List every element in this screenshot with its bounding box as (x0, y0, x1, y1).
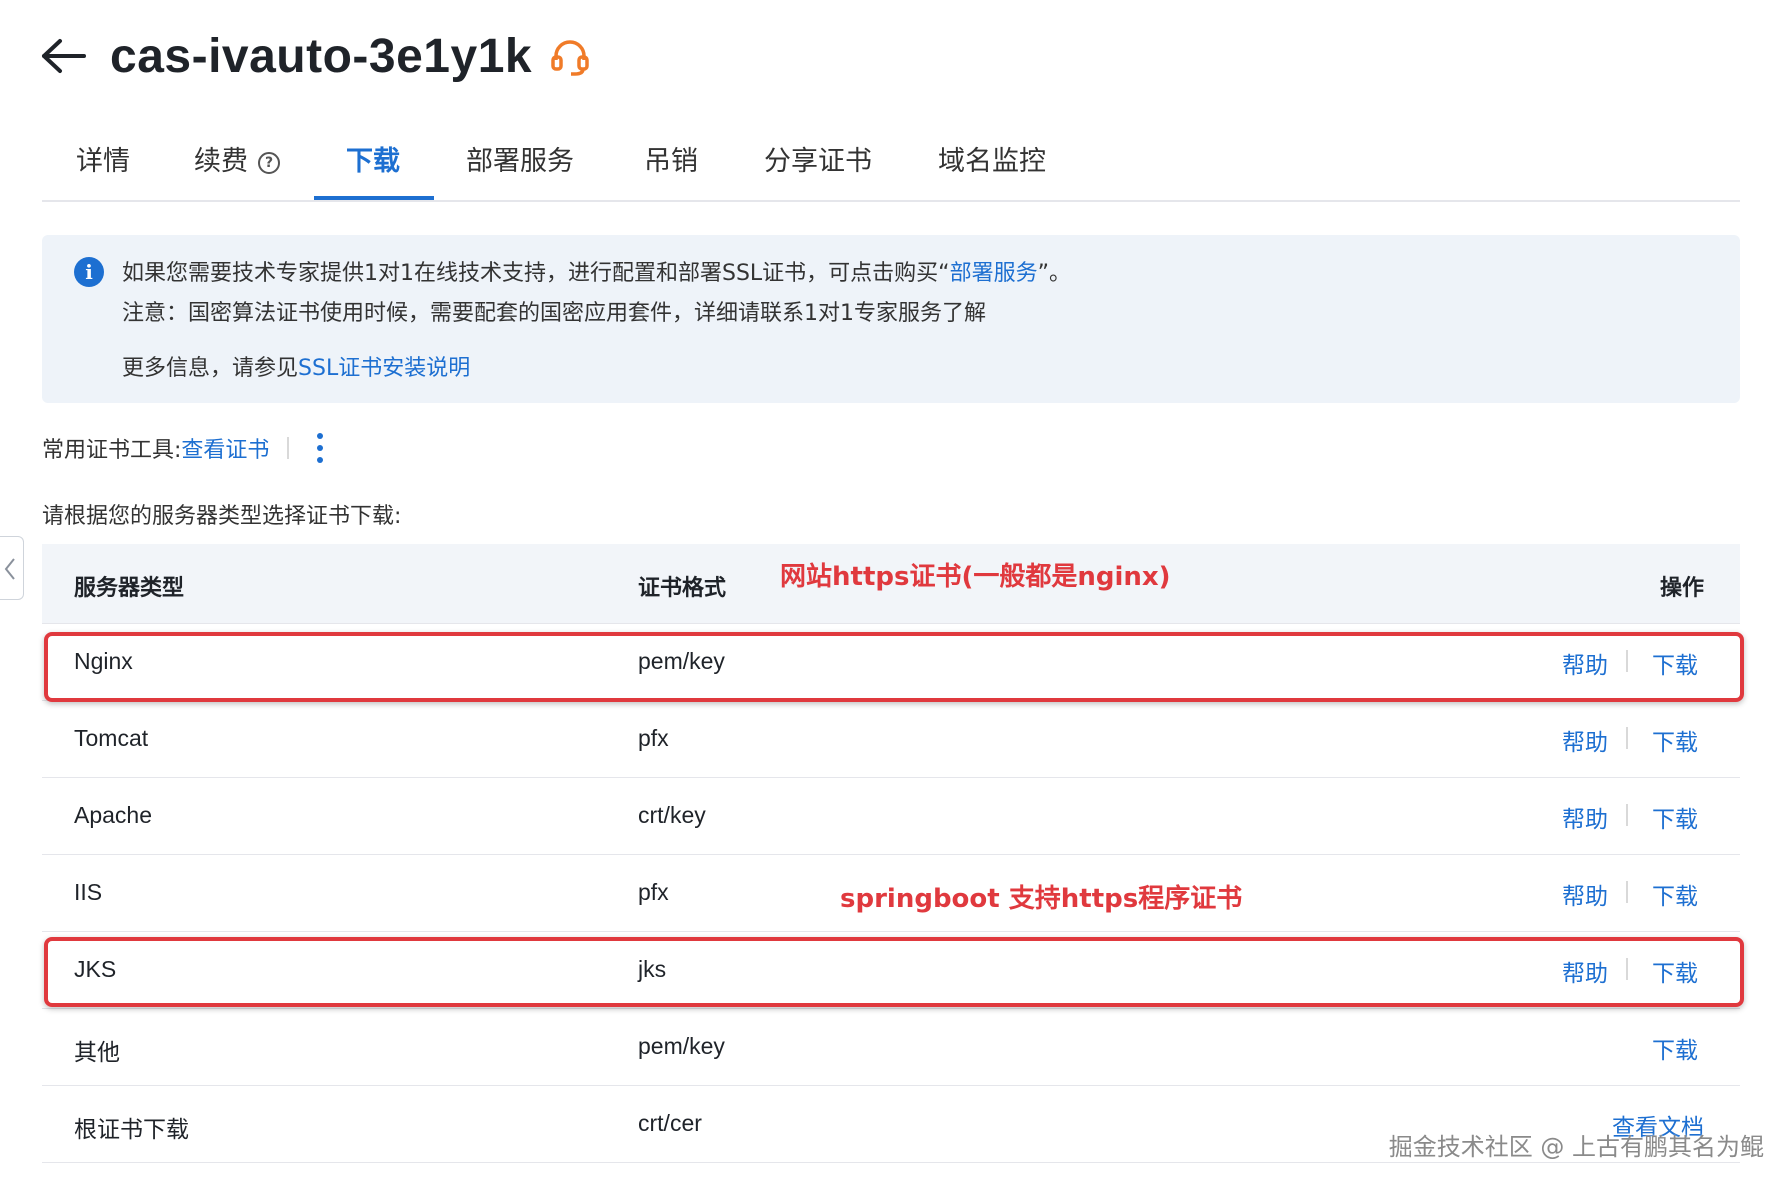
deploy-service-link[interactable]: 部署服务 (950, 261, 1038, 286)
watermark: 掘金技术社区 @ 上古有鹏其名为鲲 (1388, 1133, 1764, 1161)
server-type-cell: Apache (74, 802, 153, 828)
headset-icon[interactable] (548, 34, 592, 78)
tab-details[interactable]: 详情 (76, 142, 130, 202)
header-cert-format: 证书格式 (638, 576, 727, 601)
table-row: Apache crt/key 帮助 下载 (42, 778, 1740, 855)
header-actions: 操作 (1660, 576, 1705, 601)
annotation-nginx-note: 网站https证书(一般都是nginx) (780, 562, 1171, 592)
help-link[interactable]: 帮助 (1562, 800, 1608, 834)
server-type-cell: IIS (74, 879, 103, 905)
table-row: Tomcat pfx 帮助 下载 (42, 701, 1740, 778)
table-row: JKS jks 帮助 下载 (42, 932, 1740, 1009)
active-tab-indicator (314, 196, 434, 200)
cert-tools-label: 常用证书工具: (42, 438, 182, 463)
server-type-cell: 根证书下载 (74, 1117, 189, 1143)
view-cert-link[interactable]: 查看证书 (181, 432, 269, 464)
download-link[interactable]: 下载 (1652, 800, 1698, 834)
tab-share-cert[interactable]: 分享证书 (764, 142, 872, 202)
download-prompt: 请根据您的服务器类型选择证书下载: (42, 504, 402, 529)
server-type-cell: Tomcat (74, 725, 149, 751)
chevron-left-icon (4, 558, 15, 580)
divider (1626, 804, 1628, 826)
more-vertical-icon[interactable] (313, 430, 327, 466)
download-link[interactable]: 下载 (1652, 646, 1698, 680)
cert-format-cell: jks (638, 956, 667, 982)
annotation-jks-note: springboot 支持https程序证书 (840, 884, 1243, 914)
arrow-left-icon[interactable] (40, 36, 88, 76)
cert-format-cell: crt/cer (638, 1110, 702, 1136)
table-row: Nginx pem/key 帮助 下载 (42, 624, 1740, 701)
header-server-type: 服务器类型 (74, 576, 185, 601)
download-link[interactable]: 下载 (1652, 1031, 1698, 1065)
help-link[interactable]: 帮助 (1562, 723, 1608, 757)
divider (1626, 650, 1628, 672)
cert-format-cell: pfx (638, 725, 669, 751)
cert-format-cell: crt/key (638, 802, 706, 828)
cert-format-cell: pem/key (638, 1033, 725, 1059)
download-link[interactable]: 下载 (1652, 954, 1698, 988)
tab-domain-monitor[interactable]: 域名监控 (938, 142, 1046, 202)
tab-revoke[interactable]: 吊销 (644, 142, 698, 202)
divider (287, 437, 290, 459)
divider (1626, 881, 1628, 903)
cert-format-cell: pem/key (638, 648, 725, 674)
info-line-2: 注意：国密算法证书使用时候，需要配套的国密应用套件，详细请联系1对1专家服务了解 (122, 301, 986, 326)
tab-bar: 详情 续费? 下载 部署服务 吊销 分享证书 域名监控 (42, 122, 1740, 202)
divider (1626, 727, 1628, 749)
title-bar: cas-ivauto-3e1y1k (40, 28, 592, 84)
info-banner: i 如果您需要技术专家提供1对1在线技术支持，进行配置和部署SSL证书，可点击购… (42, 235, 1740, 403)
help-link[interactable]: 帮助 (1562, 877, 1608, 911)
tab-renewal[interactable]: 续费? (194, 142, 280, 202)
info-line-1: 如果您需要技术专家提供1对1在线技术支持，进行配置和部署SSL证书，可点击购买“… (122, 261, 1072, 286)
help-link[interactable]: 帮助 (1562, 954, 1608, 988)
server-type-cell: Nginx (74, 648, 133, 674)
divider (1626, 958, 1628, 980)
server-type-cell: 其他 (74, 1040, 120, 1066)
side-collapse-handle[interactable] (0, 536, 24, 600)
table-row: 其他 pem/key 下载 (42, 1009, 1740, 1086)
tab-deploy-service[interactable]: 部署服务 (466, 142, 574, 202)
help-link[interactable]: 帮助 (1562, 646, 1608, 680)
download-link[interactable]: 下载 (1652, 723, 1698, 757)
info-line-3: 更多信息，请参见SSL证书安装说明 (122, 356, 471, 381)
download-table: 服务器类型 证书格式 操作 Nginx pem/key 帮助 下载 Tomcat… (42, 544, 1740, 1163)
ssl-install-guide-link[interactable]: SSL证书安装说明 (298, 356, 470, 381)
page-title: cas-ivauto-3e1y1k (110, 29, 533, 83)
question-circle-icon[interactable]: ? (258, 151, 280, 174)
download-link[interactable]: 下载 (1652, 877, 1698, 911)
info-icon: i (74, 257, 104, 287)
cert-format-cell: pfx (638, 879, 669, 905)
server-type-cell: JKS (74, 956, 117, 982)
cert-tools-row: 常用证书工具: 查看证书 (42, 428, 327, 468)
tab-download[interactable]: 下载 (346, 142, 400, 202)
